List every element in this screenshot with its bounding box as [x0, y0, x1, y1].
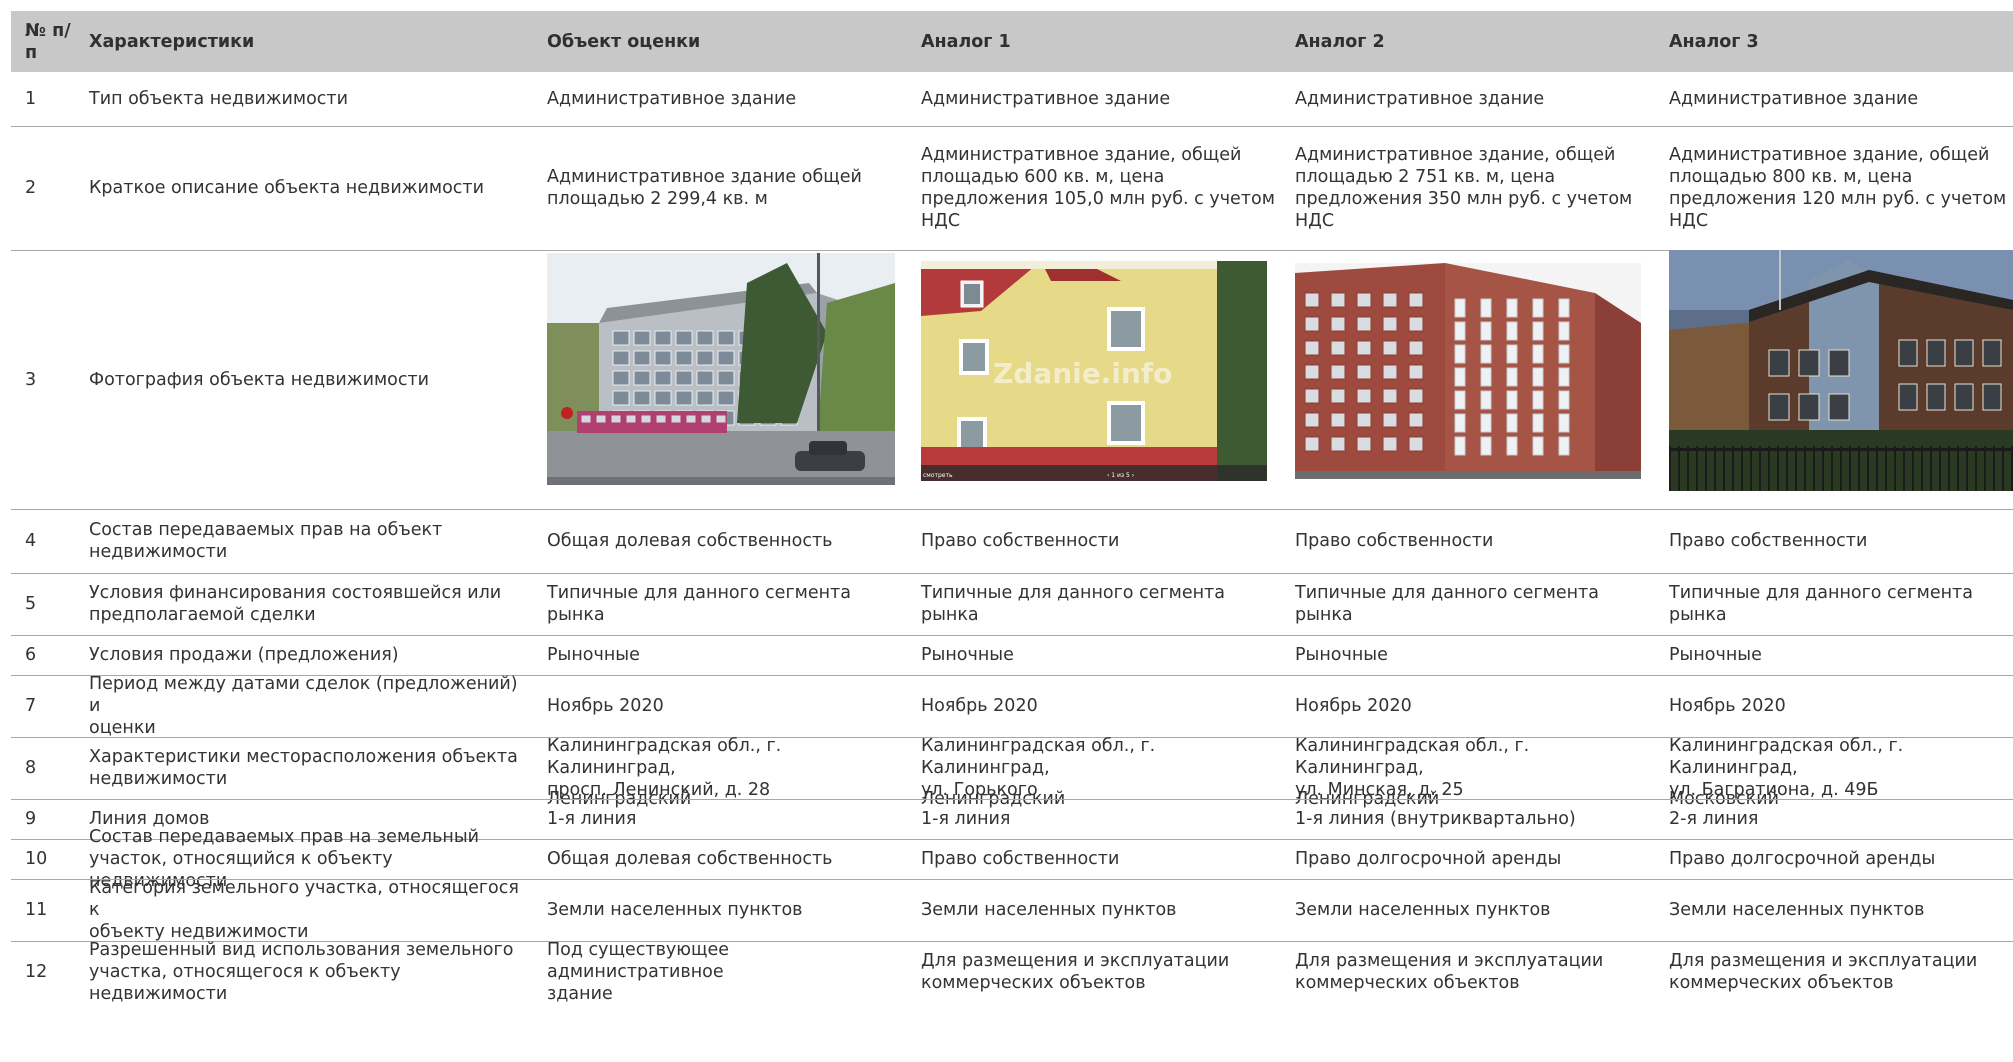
value-cell: Под существующее административное здание — [547, 940, 729, 1004]
row-label: Фотография объекта недвижимости — [89, 369, 430, 390]
dark-brick-building-photo — [1669, 250, 2013, 491]
value-cell: Административное здание — [1295, 89, 1545, 109]
value-cell: Рыночные — [1295, 645, 1388, 665]
header-number: № п/п — [25, 20, 71, 63]
header-analog-1: Аналог 1 — [921, 31, 1011, 52]
value-cell: Для размещения и эксплуатации коммерческ… — [1669, 951, 1978, 993]
value-cell: Административное здание — [547, 89, 797, 109]
row-number: 2 — [25, 178, 37, 198]
row-number: 4 — [25, 531, 37, 551]
row-label: Краткое описание объекта недвижимости — [89, 178, 484, 198]
comparison-table: № п/п Характеристики Объект оценки Анало… — [0, 0, 2013, 1062]
value-cell: Общая долевая собственность — [547, 849, 833, 869]
row-label: Условия финансирования состоявшейся или … — [89, 583, 502, 625]
row-label: Период между датами сделок (предложений)… — [89, 674, 518, 738]
row-number: 11 — [25, 900, 48, 920]
value-cell: Ноябрь 2020 — [547, 696, 664, 716]
row-label: Условия продажи (предложения) — [89, 645, 399, 665]
value-cell: Право долгосрочной аренды — [1295, 849, 1562, 869]
row-number: 12 — [25, 962, 48, 982]
value-cell: Административное здание, общей площадью … — [1669, 145, 2007, 231]
value-cell: Право собственности — [921, 849, 1120, 869]
header-subject: Объект оценки — [547, 31, 701, 52]
row-number: 5 — [25, 594, 37, 614]
value-cell: Ноябрь 2020 — [921, 696, 1038, 716]
value-cell: Земли населенных пунктов — [547, 900, 803, 920]
row-number: 9 — [25, 809, 37, 829]
yellow-house-photo: смотреть ‹ 1 из 5 › Zdanie.info — [921, 261, 1267, 481]
value-cell: Типичные для данного сегмента рынка — [1295, 583, 1599, 625]
value-cell: Право собственности — [1669, 531, 1868, 551]
grey-office-building-photo — [547, 253, 895, 485]
value-cell: Общая долевая собственность — [547, 531, 833, 551]
value-cell: Типичные для данного сегмента рынка — [921, 583, 1225, 625]
row-number: 7 — [25, 696, 37, 716]
header-analog-2: Аналог 2 — [1295, 31, 1385, 52]
row-number: 8 — [25, 758, 37, 778]
svg-text:смотреть: смотреть — [923, 472, 953, 479]
header-characteristics: Характеристики — [89, 31, 255, 52]
row-label: Категория земельного участка, относящего… — [89, 878, 519, 942]
value-cell: 1-я линия — [921, 809, 1011, 829]
value-cell: Земли населенных пунктов — [1669, 900, 1925, 920]
value-cell: Административное здание общей площадью 2… — [547, 167, 862, 209]
row-label: Характеристики месторасположения объекта… — [89, 747, 518, 789]
value-cell: Рыночные — [921, 645, 1014, 665]
value-cell: 2-я линия — [1669, 809, 1759, 829]
row-label: Состав передаваемых прав на объект недви… — [89, 520, 443, 562]
value-cell: Для размещения и эксплуатации коммерческ… — [1295, 951, 1604, 993]
svg-text:Zdanie.info: Zdanie.info — [993, 357, 1172, 390]
row-number: 1 — [25, 89, 37, 109]
row-number: 10 — [25, 849, 48, 869]
row-number: 3 — [25, 369, 37, 390]
value-cell: Административное здание, общей площадью … — [1295, 145, 1633, 231]
value-cell: 1-я линия — [547, 809, 637, 829]
row-label: Состав передаваемых прав на земельный уч… — [89, 827, 480, 891]
value-cell: Рыночные — [1669, 645, 1762, 665]
value-cell: Административное здание, общей площадью … — [921, 145, 1275, 231]
row-label: Разрешенный вид использования земельного… — [89, 940, 514, 1004]
value-cell: Ноябрь 2020 — [1669, 696, 1786, 716]
value-cell: Право собственности — [921, 531, 1120, 551]
value-cell: Право собственности — [1295, 531, 1494, 551]
value-cell: Административное здание — [921, 89, 1171, 109]
value-cell: Рыночные — [547, 645, 640, 665]
value-cell: 1-я линия (внутриквартально) — [1295, 809, 1576, 829]
value-cell: Право долгосрочной аренды — [1669, 849, 1936, 869]
value-cell: Земли населенных пунктов — [921, 900, 1177, 920]
row-number: 6 — [25, 645, 37, 665]
value-cell: Для размещения и эксплуатации коммерческ… — [921, 951, 1230, 993]
value-cell: Ноябрь 2020 — [1295, 696, 1412, 716]
value-cell: Земли населенных пунктов — [1295, 900, 1551, 920]
svg-text:‹ 1 из 5 ›: ‹ 1 из 5 › — [1107, 472, 1134, 479]
value-cell: Типичные для данного сегмента рынка — [1669, 583, 1973, 625]
value-cell: Типичные для данного сегмента рынка — [547, 583, 851, 625]
header-analog-3: Аналог 3 — [1669, 31, 1759, 52]
red-brick-building-photo — [1295, 263, 1641, 479]
value-cell: Административное здание — [1669, 89, 1919, 109]
row-label: Тип объекта недвижимости — [89, 89, 348, 109]
